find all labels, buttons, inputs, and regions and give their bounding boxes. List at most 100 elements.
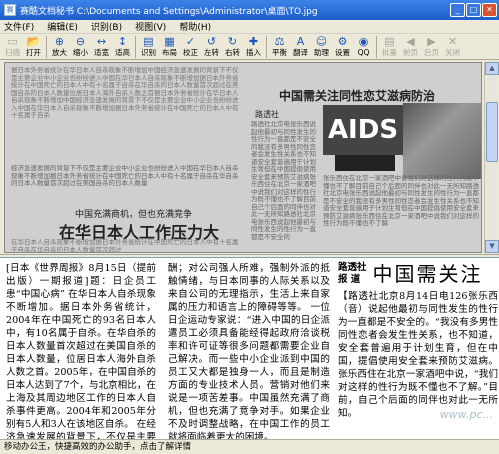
toolbar-label: 打开 [26, 48, 41, 57]
zoom-in-icon: ⊕ [54, 35, 65, 48]
image-scrollbar[interactable]: ▲ ▼ [484, 62, 499, 253]
settings-icon: ⚙ [337, 35, 348, 48]
toolbar-button-3[interactable]: ⊖ 缩小 [70, 35, 91, 59]
insert-icon: ✚ [248, 35, 259, 48]
toolbar-button-2[interactable]: ⊕ 放大 [49, 35, 70, 59]
scrollbar-thumb[interactable] [486, 102, 498, 162]
menu-file[interactable]: 文件(F) [4, 20, 34, 33]
scan-byline: 路透社 [255, 110, 279, 119]
toolbar-label: 扫描 [5, 48, 20, 57]
toolbar-label: 适高 [115, 48, 130, 57]
zoom-out-icon: ⊖ [75, 35, 86, 48]
toolbar-label: QQ [357, 48, 370, 57]
toolbar-button-8[interactable]: ✓ 校正 [180, 35, 201, 59]
text-column-2[interactable]: 酬；对公司强人所难，强制外派的抵触情绪，与日本同事的人际关系以及来自公司的无理指… [168, 262, 330, 439]
close-button[interactable]: ✕ [482, 3, 497, 17]
toolbar-label: 放大 [52, 48, 67, 57]
toolbar-label: 翻译 [293, 48, 308, 57]
recognized-text-pane[interactable]: [日本《世界周报》8月15日（提前出版）一期报道]题：日企员工患“中国心病” 在… [0, 257, 499, 439]
toolbar-button-13[interactable]: A 翻译 [290, 35, 311, 59]
recognize-icon: ▤ [143, 35, 154, 48]
close-doc-icon: ✕ [447, 35, 458, 48]
layout-icon: ▦ [164, 35, 175, 48]
fit-height-icon: ↕ [117, 35, 128, 48]
toolbar-button-7[interactable]: ▦ 布局 [159, 35, 180, 59]
toolbar-label: 左转 [204, 48, 219, 57]
toolbar-label: 适宽 [94, 48, 109, 57]
text-byline-top: 路透社 [338, 262, 367, 273]
toolbar-button-12[interactable]: ⚖ 平衡 [269, 35, 290, 59]
aids-image: AIDS [323, 105, 403, 155]
text-column-3[interactable]: 路透社 报 道 中国需关注 【路透社北京8月14日电126张乐西（音）说起他最初… [338, 262, 498, 420]
toolbar-button-5[interactable]: ↕ 适高 [112, 35, 133, 59]
toolbar-button-19[interactable]: ▶ 后页 [421, 35, 442, 59]
scan-headline-right: 中国需关注同性恋艾滋病防治 [279, 89, 436, 103]
toolbar-separator [376, 36, 377, 58]
rotate-left-icon: ↺ [206, 35, 217, 48]
text-column-3-body: 【路透社北京8月14日电126张乐西（音）说起他最初与同性发生的性行为一直都是不… [338, 291, 498, 419]
aids-image-caption [335, 155, 395, 171]
toolbar-button-9[interactable]: ↺ 左转 [201, 35, 222, 59]
scroll-up-icon[interactable]: ▲ [485, 62, 499, 75]
toolbar-button-4[interactable]: ↔ 适宽 [91, 35, 112, 59]
toolbar-label: 设置 [335, 48, 350, 57]
app-icon: 赛 [4, 4, 16, 16]
maximize-button[interactable]: □ [466, 3, 481, 17]
toolbar-separator [135, 36, 136, 58]
rotate-right-icon: ↻ [227, 35, 238, 48]
menu-recognize[interactable]: 识别(B) [91, 20, 122, 33]
scroll-down-icon[interactable]: ▼ [485, 240, 499, 253]
toolbar-label: 前页 [403, 48, 418, 57]
toolbar-label: 插入 [246, 48, 261, 57]
menu-edit[interactable]: 编辑(E) [47, 20, 78, 33]
toolbar-separator [46, 36, 47, 58]
scanned-image-view[interactable]: 据日本外务省统计在华日本人自杀现象不断增加中国经济急速发展的背景下不仅是主要企业… [4, 62, 482, 253]
toolbar-button-17[interactable]: ▤ 批量 [379, 35, 400, 59]
qq-icon: ◉ [358, 35, 369, 48]
text-byline-bottom: 报 道 [338, 274, 361, 285]
assistant-icon: ☺ [315, 35, 328, 48]
toolbar-label: 缩小 [73, 48, 88, 57]
next-page-icon: ▶ [427, 35, 436, 48]
status-bar[interactable]: 移动办公王，快捷高效的办公助手，点击了解详情 [0, 439, 499, 454]
batch-icon: ▤ [384, 35, 395, 48]
toolbar-button-10[interactable]: ↻ 右转 [222, 35, 243, 59]
minimize-button[interactable]: _ [450, 3, 465, 17]
scan-text-block-2: 经济急速发展的背景下不仅是主要企业中小企业也纷纷进入中国在华日本人自杀现象不断增… [11, 165, 239, 187]
text-column-1[interactable]: [日本《世界周报》8月15日（提前出版）一期报道]题：日企员工患“中国心病” 在… [6, 262, 156, 439]
toolbar-label: 助理 [314, 48, 329, 57]
toolbar-label: 后页 [424, 48, 439, 57]
open-folder-icon: 📂 [26, 35, 41, 48]
scan-text-block-4: 路透社北京电张乐西说起他最初与同性发生的性行为一直都是不安全的我没有多男性同性恋… [251, 121, 316, 241]
toolbar-button-16[interactable]: ◉ QQ [353, 35, 374, 59]
toolbar-button-18[interactable]: ◀ 前页 [400, 35, 421, 59]
scan-text-block: 据日本外务省统计在华日本人自杀现象不断增加中国经济急速发展的背景下不仅是主要企业… [11, 67, 239, 119]
toolbar-button-20[interactable]: ✕ 关闭 [442, 35, 463, 59]
toolbar-label: 批量 [382, 48, 397, 57]
scanner-icon: ▭ [7, 35, 18, 48]
scan-text-block-3: 在华日本人自杀现象不断增加据日本外务省统计在中国死亡的日本人中有十名属于自杀在华… [11, 239, 239, 253]
prev-page-icon: ◀ [406, 35, 415, 48]
balance-icon: ⚖ [274, 35, 285, 48]
toolbar-button-14[interactable]: ☺ 助理 [311, 35, 332, 59]
menu-view[interactable]: 视图(V) [135, 20, 166, 33]
menu-help[interactable]: 帮助(H) [179, 20, 211, 33]
newspaper-photo [403, 103, 481, 179]
scan-text-block-5: 张乐西住在北京一家酒吧中说我们对这样的性行为既不懂也不了解目前自己个后面的同伴也… [323, 175, 479, 227]
toolbar-button-0[interactable]: ▭ 扫描 [2, 35, 23, 59]
toolbar-label: 右转 [225, 48, 240, 57]
text-headline: 中国需关注 [372, 262, 483, 286]
correct-icon: ✓ [185, 35, 196, 48]
toolbar-button-15[interactable]: ⚙ 设置 [332, 35, 353, 59]
menu-bar: 文件(F) 编辑(E) 识别(B) 视图(V) 帮助(H) [0, 20, 499, 34]
fit-width-icon: ↔ [96, 35, 107, 48]
window-title: 赛酷文档秘书 C:\Documents and Settings\Adminis… [20, 6, 318, 17]
toolbar-label: 关闭 [445, 48, 460, 57]
toolbar: ▭ 扫描 📂 打开 ⊕ 放大 ⊖ 缩小 ↔ 适宽 ↕ 适高 ▤ 识别 ▦ 布局 ✓ 校正 ↺ 左转 ↻ 右转 ✚ 插入 ⚖ 平衡 A… [0, 34, 499, 60]
toolbar-label: 布局 [162, 48, 177, 57]
toolbar-label: 识别 [141, 48, 156, 57]
toolbar-label: 平衡 [272, 48, 287, 57]
toolbar-button-6[interactable]: ▤ 识别 [138, 35, 159, 59]
toolbar-button-1[interactable]: 📂 打开 [23, 35, 44, 59]
toolbar-button-11[interactable]: ✚ 插入 [243, 35, 264, 59]
